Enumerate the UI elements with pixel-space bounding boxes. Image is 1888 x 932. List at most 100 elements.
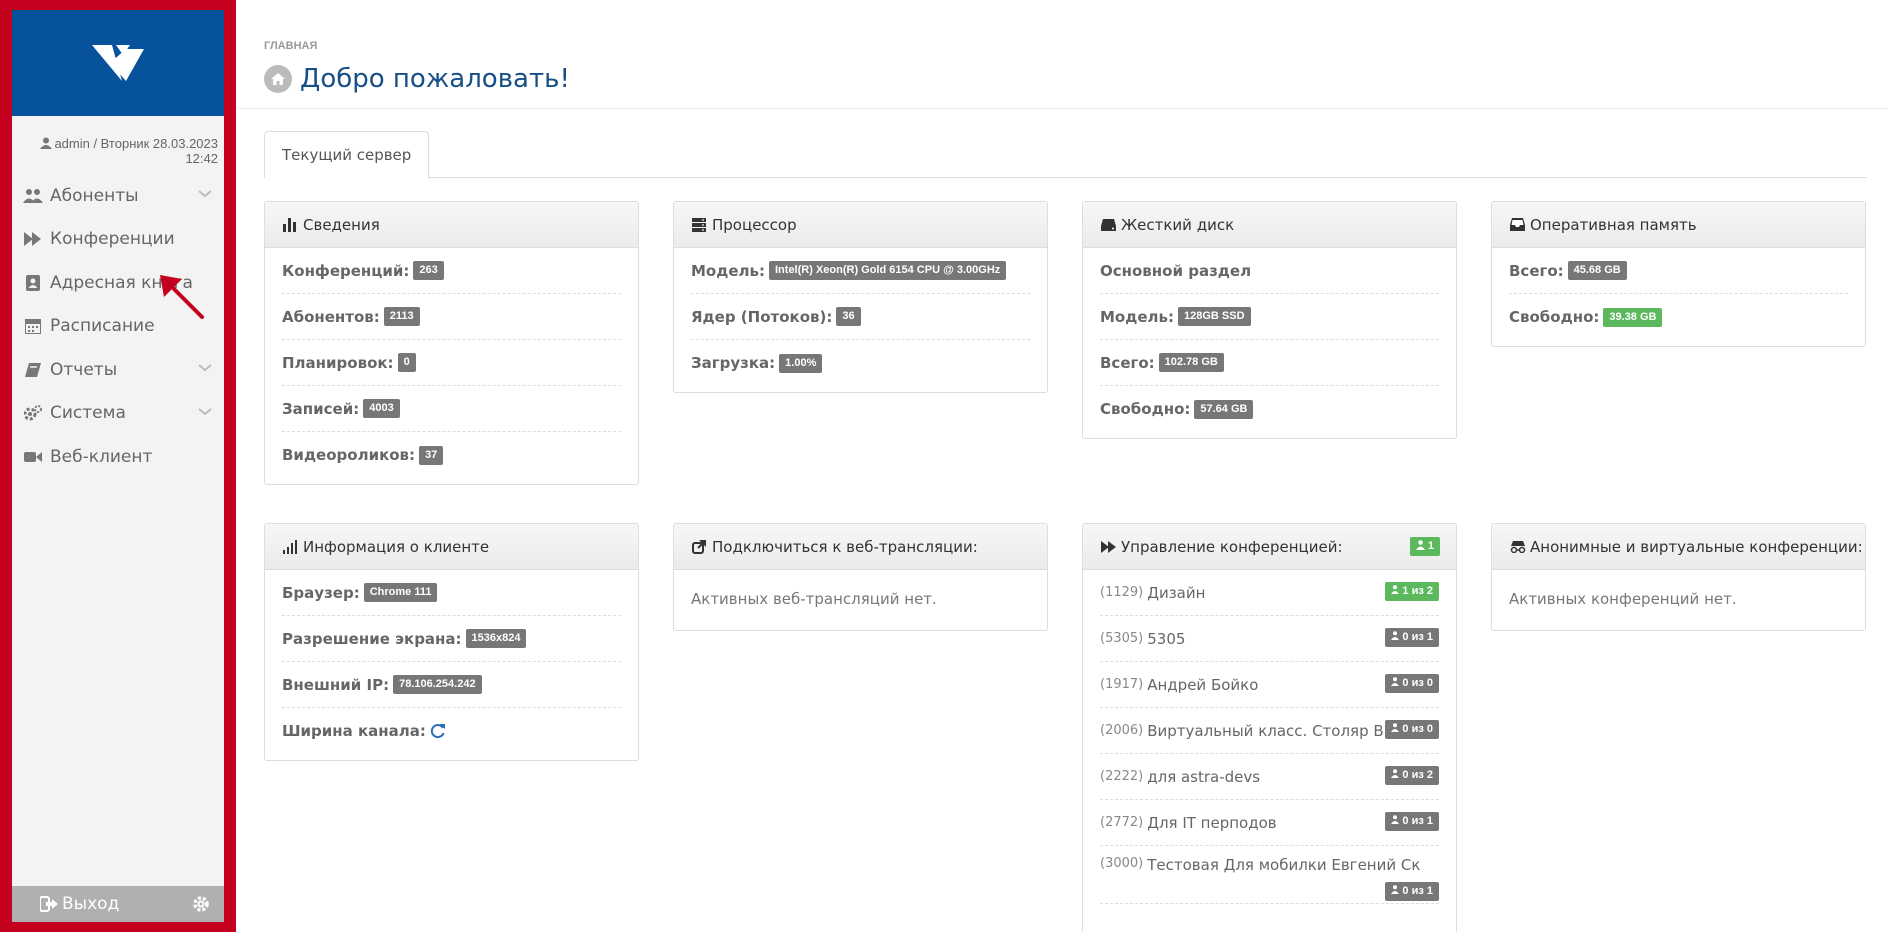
gear-icon[interactable] [192, 895, 210, 913]
client-row: Браузер: Chrome 111 [282, 570, 621, 616]
tab-current-server[interactable]: Текущий сервер [264, 131, 430, 179]
cpu-row: Загрузка: 1.00% [691, 340, 1030, 386]
logo[interactable] [12, 10, 224, 116]
value-badge: 78.106.254.242 [393, 675, 482, 694]
empty-message: Активных веб-трансляций нет. [691, 590, 937, 608]
bar-chart-icon [283, 217, 299, 233]
annotation-arrow-icon [160, 275, 204, 319]
inbox-icon [1510, 217, 1526, 233]
hard-drive-icon [1101, 217, 1117, 233]
panel-webcast: Подключиться к веб-трансляции: Активных … [673, 523, 1048, 631]
value-badge: Intel(R) Xeon(R) Gold 6154 CPU @ 3.00GHz [769, 261, 1007, 280]
panel-title: Сведения [303, 215, 380, 234]
value-badge: Chrome 111 [363, 583, 438, 602]
cpu-row: Ядер (Потоков): 36 [691, 294, 1030, 340]
server-icon [692, 217, 708, 233]
info-row: Видеороликов: 37 [282, 432, 621, 478]
value-badge: 39.38 GB [1603, 307, 1663, 327]
user-icon [1415, 540, 1425, 550]
logout-button[interactable]: Выход [40, 894, 119, 914]
logout-label: Выход [62, 894, 120, 914]
sidebar-item-conferences[interactable]: Конференции [12, 218, 224, 262]
user-icon [1391, 815, 1400, 824]
chevron-down-icon[interactable] [198, 364, 212, 372]
user-icon [1391, 723, 1400, 732]
signal-icon [283, 539, 299, 555]
empty-message: Активных конференций нет. [1509, 590, 1737, 608]
external-link-icon [692, 539, 708, 555]
conference-row[interactable]: (2772) Для IT перподов 0 из 1 [1100, 800, 1439, 846]
value-badge: 4003 [363, 399, 400, 418]
conference-row[interactable]: (3000) Тестовая Для мобилки Евгений Ск 0 … [1100, 846, 1439, 904]
gears-icon [22, 404, 44, 422]
conference-row[interactable]: (5305) 5305 0 из 1 [1100, 616, 1439, 662]
conference-row[interactable]: (1129) Дизайн 1 из 2 [1100, 570, 1439, 616]
value-badge: 36 [836, 307, 861, 326]
panel-title: Управление конференцией: [1121, 537, 1343, 556]
info-row: Записей: 4003 [282, 386, 621, 432]
home-icon [264, 65, 292, 93]
incognito-icon [1510, 539, 1526, 555]
conference-row[interactable]: (1917) Андрей Бойко 0 из 0 [1100, 662, 1439, 708]
panel-conference-management: Управление конференцией: 1 (1129) Дизайн … [1082, 523, 1457, 932]
header-divider [236, 108, 1888, 109]
sidebar-item-label: Абоненты [50, 185, 139, 206]
panel-title: Подключиться к веб-трансляции: [712, 537, 978, 556]
disk-row: Всего: 102.78 GB [1100, 340, 1439, 386]
panel-disk: Жесткий диск Основной раздел Модель: 128G… [1082, 201, 1457, 439]
sidebar-item-label: Отчеты [50, 359, 118, 380]
fast-forward-icon [1101, 539, 1117, 555]
calendar-icon [22, 317, 44, 335]
participants-badge: 1 из 2 [1385, 582, 1439, 601]
sidebar-item-label: Конференции [50, 229, 175, 250]
book-icon [22, 361, 44, 379]
conference-row[interactable]: (2006) Виртуальный класс. Столяр В.Л. 0 и… [1100, 708, 1439, 754]
panel-anonymous-conferences: Анонимные и виртуальные конференции: Акт… [1491, 523, 1866, 631]
conference-row[interactable]: (2222) для astra-devs 0 из 2 [1100, 754, 1439, 800]
value-badge: 57.64 GB [1194, 399, 1254, 419]
info-row: Абонентов: 2113 [282, 294, 621, 340]
sidebar-item-web-client[interactable]: Веб-клиент [12, 435, 224, 479]
address-book-icon [22, 274, 44, 292]
users-icon [22, 187, 44, 205]
cpu-row: Модель: Intel(R) Xeon(R) Gold 6154 CPU @ … [691, 248, 1030, 294]
sidebar: admin / Вторник 28.03.2023 12:42 Абонент… [12, 10, 224, 922]
user-icon [1391, 769, 1400, 778]
user-icon [1391, 885, 1400, 894]
page-title: Добро пожаловать! [300, 64, 570, 94]
panel-info: Сведения Конференций: 263 Абонентов: 2113 … [264, 201, 639, 485]
chevron-down-icon[interactable] [198, 190, 212, 198]
participants-badge: 0 из 0 [1385, 720, 1439, 739]
logo-icon [92, 45, 144, 81]
participants-badge: 0 из 1 [1385, 812, 1439, 831]
sidebar-item-system[interactable]: Система [12, 392, 224, 436]
sidebar-item-label: Расписание [50, 316, 155, 337]
logout-icon [40, 896, 58, 912]
participants-badge: 0 из 1 [1385, 628, 1439, 647]
tab-bar: Текущий сервер [264, 131, 1867, 179]
value-badge: 263 [413, 261, 444, 280]
panel-title: Жесткий диск [1121, 215, 1235, 234]
value-badge: 1536x824 [465, 629, 527, 648]
value-badge: 1.00% [779, 353, 823, 373]
participants-badge: 0 из 1 [1385, 882, 1439, 901]
user-icon [1391, 585, 1400, 594]
sidebar-item-reports[interactable]: Отчеты [12, 348, 224, 392]
panel-title: Процессор [712, 215, 797, 234]
chevron-down-icon[interactable] [198, 407, 212, 416]
user-icon [1391, 631, 1400, 640]
video-camera-icon [22, 448, 44, 466]
panel-title: Анонимные и виртуальные конференции: [1530, 537, 1863, 556]
sidebar-item-subscribers[interactable]: Абоненты [12, 174, 224, 218]
panel-client: Информация о клиенте Браузер: Chrome 111 … [264, 523, 639, 761]
refresh-icon[interactable] [430, 723, 446, 739]
ram-row: Свободно: 39.38 GB [1509, 294, 1848, 340]
client-row: Ширина канала: [282, 708, 621, 754]
client-row: Внешний IP: 78.106.254.242 [282, 662, 621, 708]
breadcrumb[interactable]: ГЛАВНАЯ [264, 40, 1867, 52]
user-icon [1391, 677, 1400, 686]
value-badge: 37 [419, 445, 444, 465]
value-badge: 102.78 GB [1158, 353, 1224, 372]
main-content: ГЛАВНАЯ Добро пожаловать! [264, 0, 1867, 94]
disk-row: Модель: 128GB SSD [1100, 294, 1439, 340]
